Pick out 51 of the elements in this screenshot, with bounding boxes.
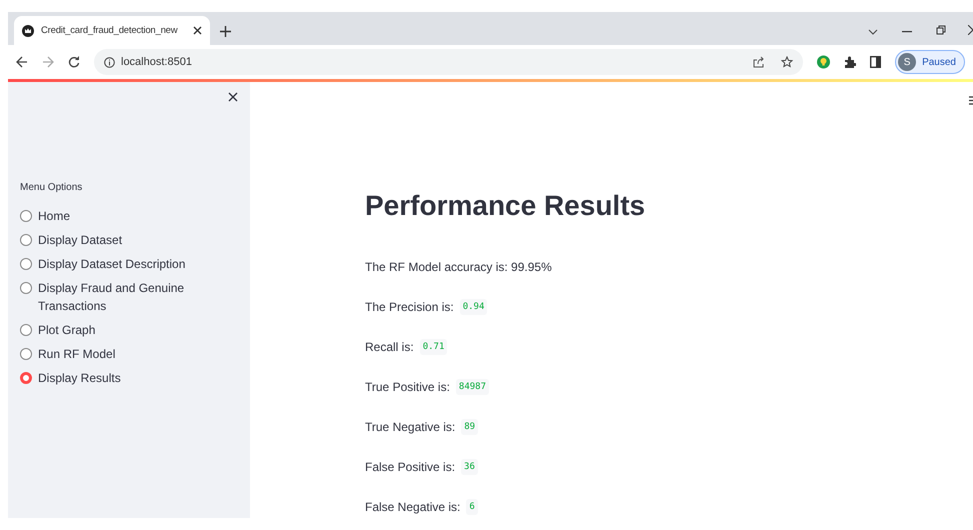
result-value: 0.94 [460, 299, 488, 315]
address-bar[interactable]: localhost:8501 [94, 49, 804, 75]
puzzle-icon[interactable] [844, 56, 856, 68]
reload-icon[interactable] [68, 56, 80, 68]
profile-avatar: S [898, 53, 916, 71]
restore-icon[interactable] [936, 25, 946, 35]
result-value: 89 [461, 419, 478, 435]
menu-option[interactable]: Run RF Model [20, 345, 238, 363]
result-value: 36 [461, 459, 478, 475]
result-value: 6 [466, 499, 478, 515]
crown-icon [22, 24, 34, 36]
result-label: False Negative is: [365, 500, 460, 514]
result-label: Recall is: [365, 340, 414, 354]
chevron-down-icon[interactable] [868, 29, 878, 35]
result-label: True Negative is: [365, 420, 456, 434]
lightbulb-icon[interactable] [817, 55, 830, 69]
radio-icon[interactable] [20, 234, 32, 246]
close-icon[interactable] [193, 26, 202, 35]
share-icon[interactable] [753, 56, 766, 68]
radio-icon[interactable] [20, 348, 32, 360]
menu-option[interactable]: Home [20, 207, 238, 225]
result-label: The Precision is: [365, 300, 454, 314]
tab-title: Credit_card_fraud_detection_new [41, 25, 178, 36]
radio-icon[interactable] [20, 210, 32, 222]
radio-icon[interactable] [20, 258, 32, 270]
info-icon [104, 56, 115, 68]
radio-icon[interactable] [20, 282, 32, 294]
side-panel-icon[interactable] [870, 56, 882, 68]
page-title: Performance Results [365, 190, 646, 222]
profile-button[interactable]: S Paused [895, 50, 965, 74]
new-tab-icon[interactable] [220, 26, 231, 37]
profile-status: Paused [922, 56, 956, 68]
menu-heading: Menu Options [20, 182, 84, 193]
menu-option[interactable]: Display Dataset Description [20, 255, 238, 273]
result-label: True Positive is: [365, 380, 450, 394]
menu-option[interactable]: Display Fraud and Genuine Transactions [20, 279, 238, 315]
radio-icon[interactable] [20, 372, 32, 384]
result-text: The RF Model accuracy is: 99.95% [365, 260, 552, 274]
url-text: localhost:8501 [121, 56, 193, 68]
menu-option[interactable]: Plot Graph [20, 321, 238, 339]
star-icon[interactable] [781, 56, 794, 68]
back-icon[interactable] [16, 56, 28, 68]
result-value: 84987 [456, 379, 490, 395]
minimize-icon[interactable] [902, 31, 912, 33]
menu-option[interactable]: Display Dataset [20, 231, 238, 249]
browser-tab[interactable]: Credit_card_fraud_detection_new [14, 16, 210, 45]
result-label: False Positive is: [365, 460, 456, 474]
close-icon[interactable] [228, 92, 238, 102]
menu-option[interactable]: Display Results [20, 369, 238, 387]
radio-icon[interactable] [20, 324, 32, 336]
result-value: 0.71 [420, 339, 448, 355]
